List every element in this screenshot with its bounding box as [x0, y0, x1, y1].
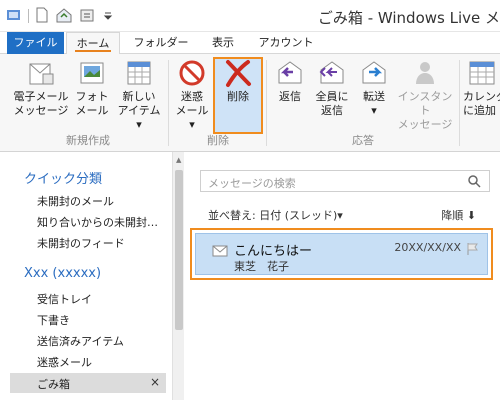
new-item-button[interactable]: 新しい アイテム ▾ [114, 58, 164, 132]
reply-all-button[interactable]: 全員に 返信 [312, 58, 352, 118]
new-item-label-1: 新しい [122, 90, 156, 103]
group-label-delete: 削除 [207, 134, 229, 147]
tab-folder[interactable]: フォルダー [128, 32, 194, 54]
group-label-new: 新規作成 [66, 134, 110, 147]
folder-pane: クイック分類 未開封のメール 知り合いからの未開封… 未開封のフィード Xxx … [0, 152, 170, 400]
scrollbar-thumb[interactable] [175, 170, 183, 330]
junk-mail-label-2: メール ▾ [175, 104, 209, 131]
new-email-button[interactable]: 電子メール メッセージ [12, 58, 70, 118]
search-placeholder: メッセージの検索 [208, 177, 296, 190]
scroll-up-arrow-icon[interactable]: ▲ [176, 156, 181, 164]
photo-email-button[interactable]: フォト メール [72, 58, 112, 118]
ribbon: 電子メール メッセージ フォト メール 新しい アイテム ▾ 新規作成 迷惑 メ… [0, 54, 500, 152]
new-email-label-2: メッセージ [13, 104, 69, 117]
photo-email-icon [77, 58, 107, 88]
tab-home[interactable]: ホーム [66, 32, 120, 55]
nav-item-inbox[interactable]: 受信トレイ [37, 291, 165, 307]
new-email-label-1: 電子メール [13, 90, 69, 103]
photo-email-label-1: フォト [75, 90, 109, 103]
sort-by-button[interactable]: 並べ替え: 日付 (スレッド)▾ [208, 207, 343, 223]
instant-message-button[interactable]: インスタント メッセージ [394, 58, 456, 132]
instant-message-person-icon [410, 58, 440, 88]
ribbon-divider [266, 60, 267, 146]
folder-pane-scrollbar[interactable]: ▲ [172, 152, 184, 400]
search-icon[interactable] [467, 174, 481, 191]
nav-item-junk[interactable]: 迷惑メール [37, 354, 165, 370]
message-highlight: こんにちはー 東芝 花子 20XX/XX/XX [190, 228, 493, 280]
nav-item-unread-feeds[interactable]: 未開封のフィード [37, 235, 165, 251]
new-item-label-2: アイテム ▾ [117, 104, 161, 131]
calendar-icon [467, 58, 497, 88]
reply-all-label-1: 全員に [315, 90, 349, 103]
photo-email-label-2: メール [75, 104, 109, 117]
message-subject: こんにちはー [234, 244, 313, 259]
forward-label-1: 転送 [363, 90, 385, 103]
nav-item-deleted-label: ごみ箱 [37, 378, 70, 391]
reply-label: 返信 [279, 90, 301, 103]
delete-label: 削除 [227, 90, 249, 103]
group-label-respond: 応答 [352, 134, 374, 147]
delete-button[interactable]: 削除 [215, 58, 261, 104]
instant-message-label-1: インスタント [397, 90, 453, 117]
flag-icon[interactable] [465, 242, 479, 259]
new-document-icon[interactable] [35, 7, 49, 26]
delete-x-icon [223, 58, 253, 88]
message-list-pane: メッセージの検索 並べ替え: 日付 (スレッド)▾ 降順 ⬇ こんにちはー 東芝… [185, 152, 500, 400]
account-header[interactable]: Xxx (xxxxx) [24, 266, 101, 281]
add-to-calendar-button[interactable]: カレンダ に追加 [463, 58, 500, 118]
add-to-calendar-label-1: カレンダ [463, 90, 500, 103]
ribbon-divider [459, 60, 460, 146]
block-icon [177, 58, 207, 88]
nav-item-sent[interactable]: 送信済みアイテム [37, 333, 165, 349]
reply-all-icon [317, 58, 347, 88]
send-receive-dropdown-icon[interactable] [79, 7, 97, 26]
qat-customize-icon[interactable] [103, 7, 113, 26]
tab-file[interactable]: ファイル [7, 32, 64, 54]
mail-app-icon[interactable] [6, 7, 22, 26]
tab-account[interactable]: アカウント [252, 32, 320, 54]
nav-item-unread-mail[interactable]: 未開封のメール [37, 193, 165, 209]
nav-item-drafts[interactable]: 下書き [37, 312, 165, 328]
nav-item-unread-contacts[interactable]: 知り合いからの未開封… [37, 214, 165, 230]
forward-button[interactable]: 転送 ▾ [354, 58, 394, 118]
junk-mail-button[interactable]: 迷惑 メール ▾ [172, 58, 212, 132]
calendar-grid-icon [124, 58, 154, 88]
envelope-icon [212, 243, 228, 260]
reply-button[interactable]: 返信 [270, 58, 310, 104]
title-bar: ごみ箱 - Windows Live メ [0, 0, 500, 32]
forward-label-2: ▾ [371, 104, 377, 117]
message-row[interactable]: こんにちはー 東芝 花子 20XX/XX/XX [195, 233, 488, 275]
add-to-calendar-label-2: に追加 [463, 104, 496, 117]
window-title: ごみ箱 - Windows Live メ [317, 9, 500, 27]
message-date: 20XX/XX/XX [394, 241, 461, 254]
send-receive-icon[interactable] [55, 7, 73, 26]
forward-icon [359, 58, 389, 88]
qat-divider [28, 9, 29, 23]
quick-access-toolbar [6, 7, 113, 25]
search-input[interactable]: メッセージの検索 [200, 170, 490, 192]
reply-all-label-2: 返信 [321, 104, 343, 117]
sort-order-button[interactable]: 降順 ⬇ [441, 207, 476, 223]
email-message-icon [26, 58, 56, 88]
tab-view[interactable]: 表示 [200, 32, 246, 54]
close-icon[interactable]: × [150, 375, 160, 389]
instant-message-label-2: メッセージ [397, 118, 453, 131]
quick-views-header[interactable]: クイック分類 [24, 168, 102, 187]
reply-icon [275, 58, 305, 88]
ribbon-divider [168, 60, 169, 146]
junk-mail-label-1: 迷惑 [181, 90, 203, 103]
message-sender: 東芝 花子 [234, 260, 289, 273]
nav-item-deleted-items[interactable]: ごみ箱 × [10, 373, 166, 393]
ribbon-tabs: ファイル ホーム フォルダー 表示 アカウント [0, 32, 500, 55]
